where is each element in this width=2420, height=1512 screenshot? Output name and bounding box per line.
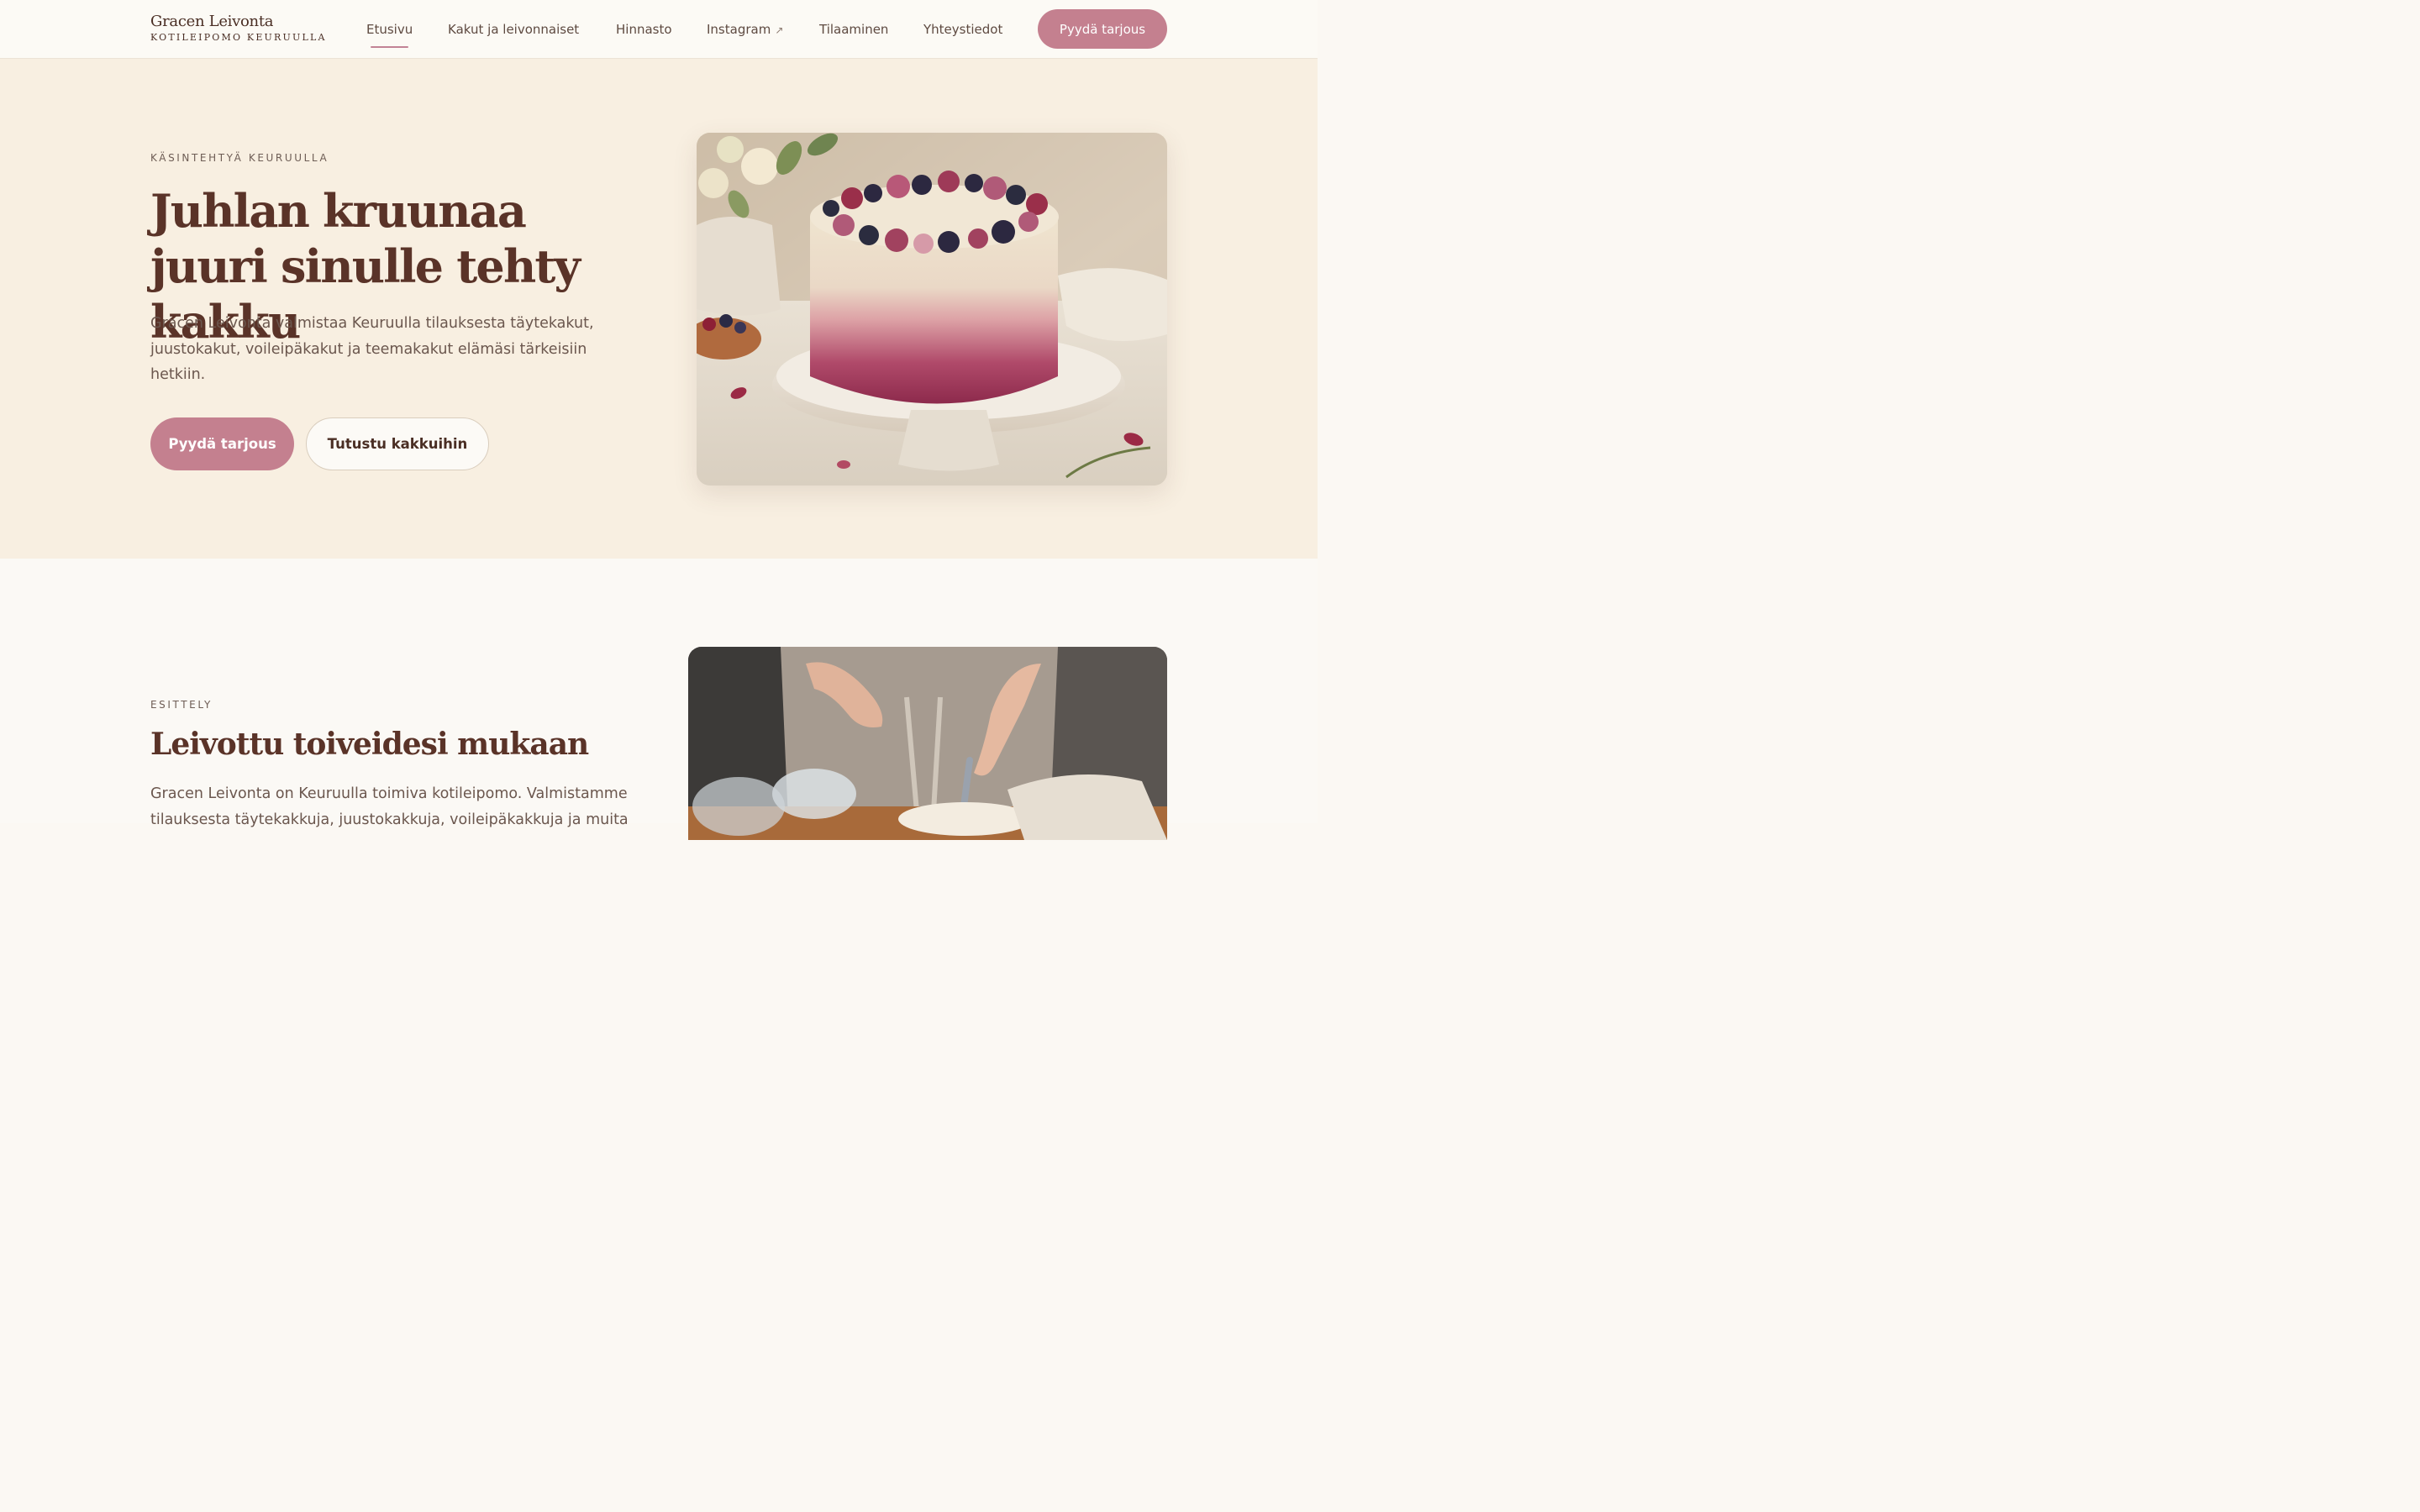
brand-logo[interactable]: Gracen Leivonta KOTILEIPOMO KEURUULLA — [150, 13, 327, 45]
site-header: Gracen Leivonta KOTILEIPOMO KEURUULLA Et… — [0, 0, 1318, 59]
brand-tagline: KOTILEIPOMO KEURUULLA — [150, 32, 327, 43]
intro-eyebrow: ESITTELY — [150, 699, 213, 711]
nav-item-yhteystiedot[interactable]: Yhteystiedot — [923, 20, 1002, 39]
hero-eyebrow: KÄSINTEHTYÄ KEURUULLA — [150, 152, 329, 164]
nav-item-instagram[interactable]: Instagram ↗ — [707, 20, 783, 39]
hero-description: Gracen Leivonta valmistaa Keuruulla tila… — [150, 315, 594, 383]
nav-item-instagram-label: Instagram — [707, 22, 771, 37]
intro-description: Gracen Leivonta on Keuruulla toimiva kot… — [150, 785, 629, 828]
nav-item-etusivu[interactable]: Etusivu — [366, 20, 413, 48]
brand-name: Gracen Leivonta — [150, 13, 274, 30]
baking-image — [688, 647, 1167, 840]
explore-cakes-button[interactable]: Tutustu kakkuihin — [306, 417, 489, 470]
nav-item-tilaaminen[interactable]: Tilaaminen — [819, 20, 888, 39]
intro-title: Leivottu toiveidesi mukaan — [150, 727, 589, 762]
header-quote-button[interactable]: Pyydä tarjous — [1038, 9, 1167, 49]
intro-section: ESITTELY Leivottu toiveidesi mukaan Grac… — [0, 559, 1318, 840]
nav-item-kakut[interactable]: Kakut ja leivonnaiset — [448, 20, 579, 39]
hero-cake-image — [697, 133, 1167, 486]
external-link-icon: ↗ — [775, 24, 784, 36]
hero-quote-button[interactable]: Pyydä tarjous — [150, 417, 294, 470]
nav-item-hinnasto[interactable]: Hinnasto — [616, 20, 672, 39]
hero-section: KÄSINTEHTYÄ KEURUULLA Juhlan kruunaa juu… — [0, 59, 1318, 559]
